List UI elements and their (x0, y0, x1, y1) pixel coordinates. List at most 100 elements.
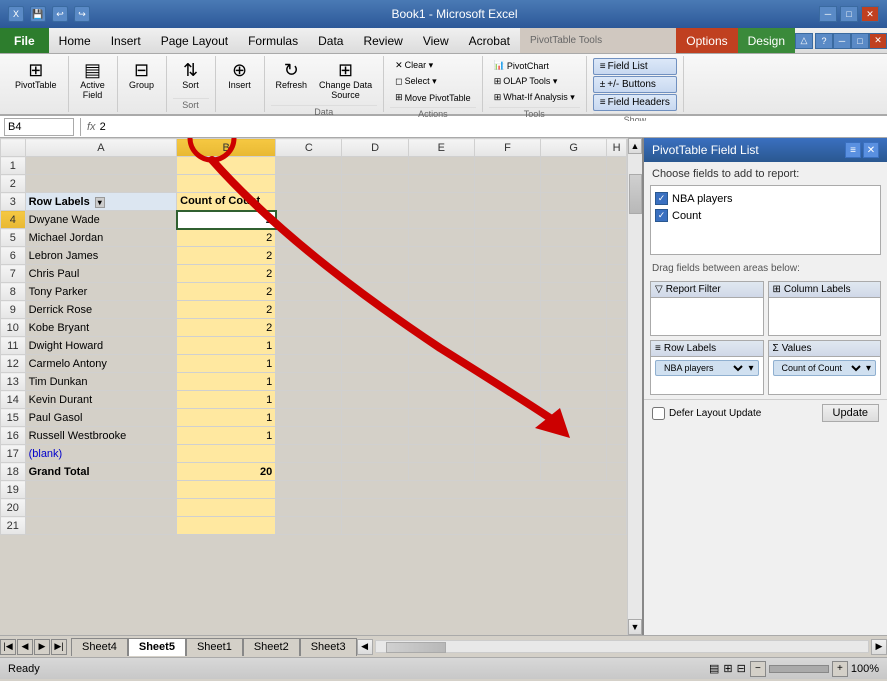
restore-excel[interactable]: □ (851, 33, 869, 49)
cell-C10[interactable] (276, 319, 342, 337)
cell-D1[interactable] (342, 157, 408, 175)
cell-E11[interactable] (408, 337, 474, 355)
cell-B16[interactable]: 1 (177, 427, 276, 445)
ribbon-minimize[interactable]: △ (795, 33, 813, 49)
cell-A4[interactable]: Dwyane Wade (25, 211, 177, 229)
cell-B12[interactable]: 1 (177, 355, 276, 373)
sheet-tab-sheet3[interactable]: Sheet3 (300, 638, 357, 656)
menu-formulas[interactable]: Formulas (238, 28, 308, 53)
cell-B2[interactable] (177, 175, 276, 193)
cell-C14[interactable] (276, 391, 342, 409)
select-btn[interactable]: ◻ Select ▾ (390, 74, 476, 89)
help-btn[interactable]: ? (815, 33, 833, 49)
fieldlist-btn[interactable]: ≡ Field List (593, 58, 677, 75)
cell-F8[interactable] (474, 283, 540, 301)
view-pagelayout-btn[interactable]: ⊞ (723, 662, 732, 675)
cell-H6[interactable] (607, 247, 627, 265)
cell-H14[interactable] (607, 391, 627, 409)
cell-A15[interactable]: Paul Gasol (25, 409, 177, 427)
cell-E15[interactable] (408, 409, 474, 427)
cell-E12[interactable] (408, 355, 474, 373)
cell-A14[interactable]: Kevin Durant (25, 391, 177, 409)
zoom-plus-btn[interactable]: + (832, 661, 848, 677)
cell-G1[interactable] (541, 157, 607, 175)
col-B-header[interactable]: B (177, 139, 276, 157)
cell-C16[interactable] (276, 427, 342, 445)
cell-E2[interactable] (408, 175, 474, 193)
cell-F13[interactable] (474, 373, 540, 391)
cell-D14[interactable] (342, 391, 408, 409)
cell-D12[interactable] (342, 355, 408, 373)
col-H-header[interactable]: H (607, 139, 627, 157)
cell-C17[interactable] (276, 445, 342, 463)
cell-G9[interactable] (541, 301, 607, 319)
col-A-header[interactable]: A (25, 139, 177, 157)
whatif-btn[interactable]: ⊞ What-If Analysis ▾ (489, 90, 580, 105)
cell-H13[interactable] (607, 373, 627, 391)
cell-B21[interactable] (177, 517, 276, 535)
pivot-area-values[interactable]: Σ Values Count of Count ▾ (768, 340, 882, 395)
col-C-header[interactable]: C (276, 139, 342, 157)
cell-G3[interactable] (541, 193, 607, 211)
cell-E7[interactable] (408, 265, 474, 283)
cell-A8[interactable]: Tony Parker (25, 283, 177, 301)
h-scroll-thumb[interactable] (386, 642, 446, 653)
cell-D6[interactable] (342, 247, 408, 265)
cell-G15[interactable] (541, 409, 607, 427)
cell-F14[interactable] (474, 391, 540, 409)
minimize-btn[interactable]: ─ (819, 6, 837, 22)
cell-D17[interactable] (342, 445, 408, 463)
clear-btn[interactable]: ✕ Clear ▾ (390, 58, 476, 73)
cell-G8[interactable] (541, 283, 607, 301)
cell-A18[interactable]: Grand Total (25, 463, 177, 481)
sheet-nav-last[interactable]: ▶| (51, 639, 67, 655)
cell-D15[interactable] (342, 409, 408, 427)
cell-F11[interactable] (474, 337, 540, 355)
sheet-nav-next[interactable]: ▶ (34, 639, 50, 655)
quick-undo[interactable]: ↩ (52, 6, 68, 22)
cell-A17[interactable]: (blank) (25, 445, 177, 463)
scroll-track[interactable] (628, 154, 642, 619)
cell-B4[interactable]: 2 (177, 211, 276, 229)
cell-rest21[interactable] (342, 517, 627, 535)
count-checkbox[interactable]: ✓ (655, 209, 668, 222)
menu-insert[interactable]: Insert (101, 28, 151, 53)
cell-E10[interactable] (408, 319, 474, 337)
cell-B1[interactable] (177, 157, 276, 175)
cell-E5[interactable] (408, 229, 474, 247)
cell-B20[interactable] (177, 499, 276, 517)
cell-A19[interactable] (25, 481, 177, 499)
pivottable-btn[interactable]: ⊞ PivotTable (10, 58, 62, 93)
cell-H15[interactable] (607, 409, 627, 427)
cell-C9[interactable] (276, 301, 342, 319)
cell-A9[interactable]: Derrick Rose (25, 301, 177, 319)
cell-C13[interactable] (276, 373, 342, 391)
cell-B8[interactable]: 2 (177, 283, 276, 301)
cell-D13[interactable] (342, 373, 408, 391)
cell-G17[interactable] (541, 445, 607, 463)
cell-C12[interactable] (276, 355, 342, 373)
cell-A5[interactable]: Michael Jordan (25, 229, 177, 247)
cell-F2[interactable] (474, 175, 540, 193)
scroll-down-btn[interactable]: ▼ (628, 619, 642, 635)
sheet-tab-sheet1[interactable]: Sheet1 (186, 638, 243, 656)
group-btn[interactable]: ⊟ Group (124, 58, 160, 93)
cell-C11[interactable] (276, 337, 342, 355)
cell-H11[interactable] (607, 337, 627, 355)
cell-D5[interactable] (342, 229, 408, 247)
cell-C6[interactable] (276, 247, 342, 265)
cell-C1[interactable] (276, 157, 342, 175)
cell-B3[interactable]: Count of Count (177, 193, 276, 211)
cell-E18[interactable] (408, 463, 474, 481)
menu-file[interactable]: File (0, 28, 49, 53)
cell-A13[interactable]: Tim Dunkan (25, 373, 177, 391)
zoom-slider[interactable] (769, 665, 829, 673)
h-scroll-right-btn[interactable]: ▶ (871, 639, 887, 655)
pivot-area-report-filter[interactable]: ▽ Report Filter (650, 281, 764, 336)
cell-A16[interactable]: Russell Westbrooke (25, 427, 177, 445)
cell-E4[interactable] (408, 211, 474, 229)
cell-C20[interactable] (276, 499, 342, 517)
zoom-minus-btn[interactable]: − (750, 661, 766, 677)
cell-A11[interactable]: Dwight Howard (25, 337, 177, 355)
name-box[interactable] (4, 118, 74, 136)
